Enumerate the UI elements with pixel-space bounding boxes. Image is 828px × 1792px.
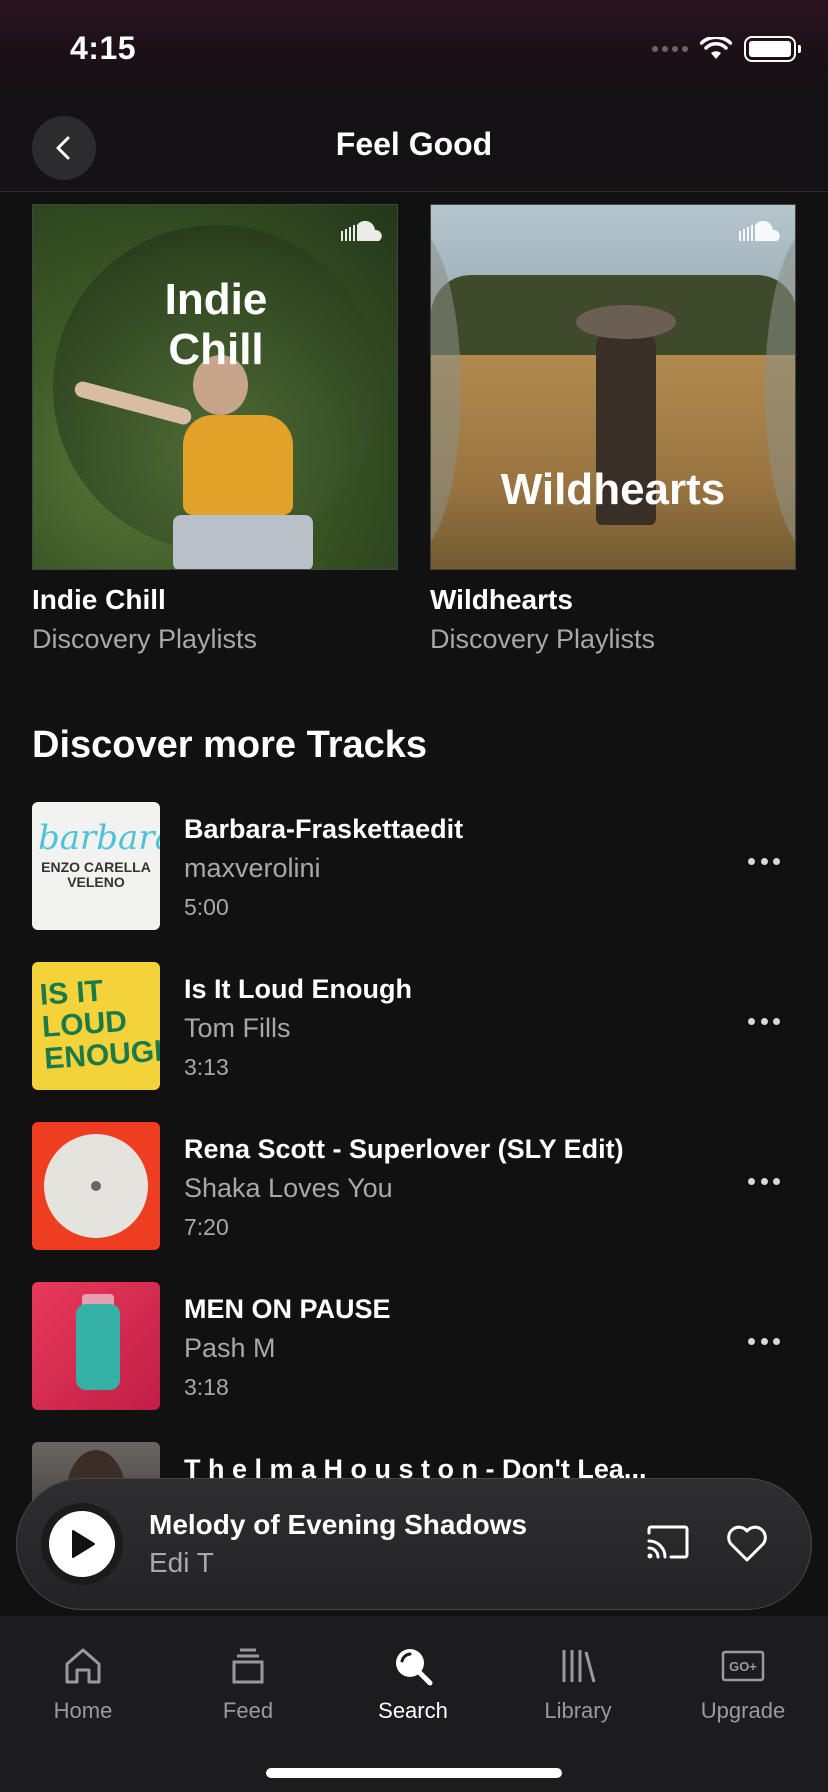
tab-label: Feed [222,1698,274,1723]
home-indicator [266,1768,562,1778]
track-row[interactable]: MEN ON PAUSE Pash M 3:18 [32,1282,796,1442]
upgrade-icon: GO+ [721,1650,765,1682]
playlist-title: Indie Chill [32,584,166,615]
track-row[interactable]: IS IT LOUD ENOUGH Is It Loud Enough Tom … [32,962,796,1122]
battery-icon [744,36,801,62]
cast-icon [647,1525,689,1559]
tab-label: Home [53,1698,113,1723]
track-title: Rena Scott - Superlover (SLY Edit) [184,1134,624,1164]
more-options-icon[interactable] [748,858,780,868]
cast-button[interactable] [643,1519,691,1567]
playlist-artwork: Wildhearts [430,204,796,570]
track-duration: 3:13 [184,1054,229,1080]
track-title: Is It Loud Enough [184,974,412,1004]
mini-player[interactable]: Melody of Evening Shadows Edi T [16,1478,812,1610]
play-icon [72,1530,95,1558]
artwork-text: barbara [38,818,160,858]
tab-bar: Home Feed Search Library GO+ Upgrade [0,1616,828,1792]
tab-library[interactable]: Library [508,1644,648,1724]
track-artist: Shaka Loves You [184,1173,393,1203]
tab-label: Upgrade [700,1698,786,1723]
header: Feel Good [0,100,828,192]
tab-label: Search [378,1698,448,1723]
track-artist: maxverolini [184,853,321,883]
track-duration: 3:18 [184,1374,229,1400]
search-icon [396,1649,433,1686]
track-duration: 7:20 [184,1214,229,1240]
library-icon [562,1650,596,1683]
tab-search[interactable]: Search [343,1644,483,1724]
track-artwork: barbara ENZO CARELLA VELENO [32,802,160,930]
artwork-subtext: ENZO CARELLA VELENO [41,859,151,890]
home-icon [65,1648,101,1684]
track-duration: 5:00 [184,894,229,920]
more-options-icon[interactable] [748,1338,780,1348]
playlist-title: Wildhearts [430,584,573,615]
track-title: Barbara-Fraskettaedit [184,814,464,844]
track-row[interactable]: barbara ENZO CARELLA VELENO Barbara-Fras… [32,802,796,962]
track-row[interactable]: Rena Scott - Superlover (SLY Edit) Shaka… [32,1122,796,1282]
more-options-icon[interactable] [748,1018,780,1028]
playlist-artwork: Indie Chill [32,204,398,570]
tab-label: Library [544,1698,612,1723]
track-artwork [32,1122,160,1250]
playlist-subtitle: Discovery Playlists [32,624,258,654]
now-playing-title: Melody of Evening Shadows [149,1509,528,1540]
feed-icon [232,1648,264,1684]
svg-text:GO+: GO+ [729,1659,757,1674]
playlist-card-indie-chill[interactable]: Indie Chill Indie Chill Discovery Playli… [32,204,398,655]
tab-home[interactable]: Home [13,1644,153,1724]
track-artwork [32,1282,160,1410]
section-title: Discover more Tracks [32,724,428,766]
track-artist: Pash M [184,1333,276,1363]
signal-icon [652,46,688,52]
playlist-subtitle: Discovery Playlists [430,624,656,654]
page-title: Feel Good [335,126,493,162]
now-playing-artist: Edi T [149,1547,214,1578]
more-options-icon[interactable] [748,1178,780,1188]
playlist-card-wildhearts[interactable]: Wildhearts Wildhearts Discovery Playlist… [430,204,796,655]
artwork-title: Wildhearts [500,465,726,514]
status-bar: 4:15 [0,0,828,100]
status-icons [652,36,801,62]
like-button[interactable] [723,1519,771,1567]
tab-feed[interactable]: Feed [178,1644,318,1724]
track-artist: Tom Fills [184,1013,291,1043]
status-time: 4:15 [70,30,137,66]
track-artwork: IS IT LOUD ENOUGH [32,962,160,1090]
soundcloud-icon [341,221,382,241]
artwork-text: IS IT LOUD ENOUGH [38,974,160,1076]
track-title: MEN ON PAUSE [184,1294,391,1324]
artwork-title: Indie Chill [164,275,268,374]
playlist-cards: Indie Chill Indie Chill Discovery Playli… [32,204,796,664]
tab-upgrade[interactable]: GO+ Upgrade [673,1644,813,1724]
soundcloud-icon [739,221,780,241]
play-button[interactable] [41,1503,123,1585]
heart-icon [727,1525,767,1562]
wifi-icon [700,37,732,59]
